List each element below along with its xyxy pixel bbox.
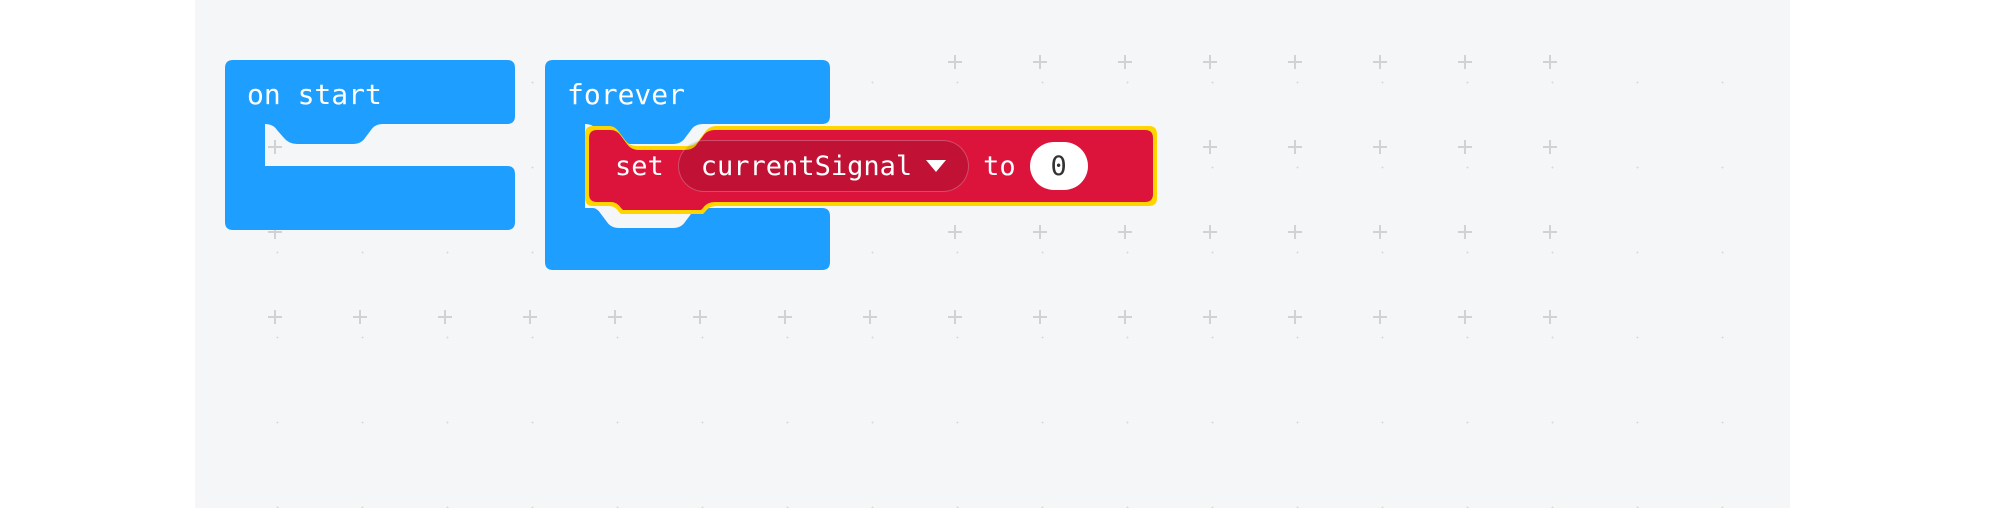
- forever-label: forever: [567, 78, 685, 111]
- on-start-label: on start: [247, 78, 382, 111]
- chevron-down-icon: [926, 160, 946, 172]
- variable-name: currentSignal: [701, 151, 912, 182]
- value-input[interactable]: 0: [1030, 142, 1088, 190]
- set-keyword: set: [615, 151, 664, 182]
- variable-dropdown[interactable]: currentSignal: [678, 140, 969, 192]
- to-keyword: to: [983, 151, 1016, 182]
- set-variable-block[interactable]: set currentSignal to 0: [585, 126, 1157, 206]
- blocks-workspace[interactable]: on start forever set currentSignal to 0: [195, 0, 1790, 508]
- value-text: 0: [1050, 151, 1066, 182]
- on-start-block[interactable]: on start: [225, 60, 515, 230]
